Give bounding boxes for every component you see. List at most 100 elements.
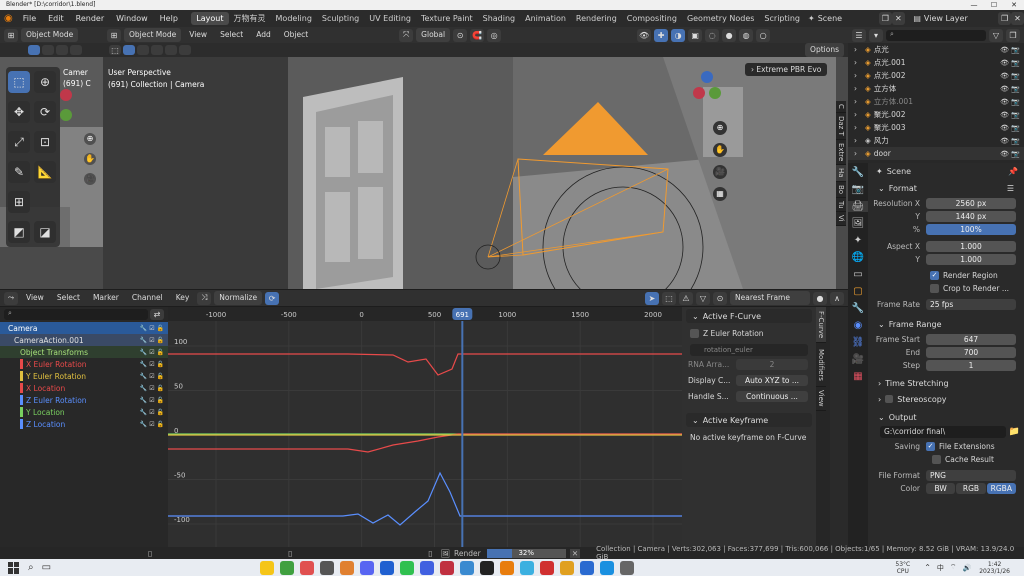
- clock[interactable]: 1:42 2023/1/26: [979, 561, 1010, 575]
- channel-row[interactable]: Y Location 🔧 ☑ 🔓: [0, 406, 168, 418]
- proportional-edit-icon[interactable]: ●: [813, 291, 827, 305]
- main-3d-viewport[interactable]: ⊞ Object Mode View Select Add Object ⤧ G…: [103, 27, 848, 289]
- expand-arrow-icon[interactable]: ›: [854, 136, 862, 145]
- cursor-tool-icon[interactable]: ⊕: [34, 71, 56, 93]
- world-tab-icon[interactable]: 🌐: [848, 252, 868, 263]
- workspace-tab[interactable]: Modeling: [271, 12, 317, 25]
- task-view-icon[interactable]: ▭: [42, 562, 51, 573]
- sidebar-tab[interactable]: Extre: [836, 139, 846, 166]
- app-icon[interactable]: [380, 560, 395, 575]
- output-tab-icon[interactable]: 🖨: [848, 201, 868, 212]
- rna-array-field[interactable]: 2: [736, 359, 808, 370]
- select-subtract-icon[interactable]: [151, 45, 163, 55]
- time-stretching-header[interactable]: › Time Stretching: [872, 376, 1020, 390]
- only-errors-icon[interactable]: ⚠: [679, 291, 693, 305]
- gizmo-y-icon[interactable]: [60, 109, 72, 121]
- ortho-grid-icon[interactable]: ▦: [713, 187, 727, 201]
- channel-row[interactable]: X Location 🔧 ☑ 🔓: [0, 382, 168, 394]
- x-location-curve[interactable]: [168, 433, 682, 453]
- expand-arrow-icon[interactable]: ›: [854, 84, 862, 93]
- texture-tab-icon[interactable]: ▦: [848, 371, 868, 382]
- render-region-checkbox[interactable]: ✓: [930, 271, 939, 280]
- expand-arrow-icon[interactable]: ›: [854, 58, 862, 67]
- workspace-tab[interactable]: UV Editing: [364, 12, 416, 25]
- view-layer-selector[interactable]: View Layer: [924, 14, 998, 23]
- expand-arrow-icon[interactable]: ›: [854, 149, 862, 158]
- app-icon[interactable]: [300, 560, 315, 575]
- pin-icon[interactable]: 📌: [1008, 167, 1024, 176]
- outliner-item[interactable]: › ◈ 立方体 👁 📷: [848, 82, 1024, 95]
- rna-path-field[interactable]: rotation_euler: [690, 344, 808, 356]
- blender-logo-icon[interactable]: ◉: [0, 13, 17, 24]
- stereoscopy-header[interactable]: › Stereoscopy: [872, 392, 1020, 406]
- editor-type-icon[interactable]: ⤳: [4, 291, 18, 305]
- close-button[interactable]: ✕: [1006, 0, 1022, 10]
- zoom-icon[interactable]: ⊕: [84, 133, 96, 145]
- graph-curves[interactable]: -1000 -500 0 500 1000 1500 2000 100500-50-100 …: [168, 307, 682, 547]
- transform-tool-icon[interactable]: ⊡: [34, 131, 56, 153]
- visibility-toggle-icon[interactable]: 👁 📷: [1000, 150, 1024, 158]
- channel-row[interactable]: X Euler Rotation 🔧 ☑ 🔓: [0, 358, 168, 370]
- outliner-item[interactable]: › ◈ door 👁 📷: [848, 147, 1024, 160]
- tab-view[interactable]: View: [816, 387, 826, 411]
- channel-row[interactable]: Y Euler Rotation 🔧 ☑ 🔓: [0, 370, 168, 382]
- proportional-edit-icon[interactable]: ◎: [487, 28, 502, 42]
- visibility-toggle-icon[interactable]: 👁 📷: [1000, 137, 1024, 145]
- gizmo-z-icon[interactable]: [701, 71, 713, 83]
- tab-modifiers[interactable]: Modifiers: [816, 343, 826, 387]
- display-color-dropdown[interactable]: Auto XYZ to ...: [736, 375, 808, 386]
- blender-app-icon[interactable]: [500, 560, 515, 575]
- channel-toggles-icon[interactable]: 🔧 ☑ 🔓: [140, 361, 168, 368]
- workspace-tab[interactable]: Geometry Nodes: [682, 12, 759, 25]
- expand-arrow-icon[interactable]: ›: [854, 71, 862, 80]
- view-layer-icon[interactable]: ▤: [910, 14, 924, 23]
- channel-row[interactable]: Z Location 🔧 ☑ 🔓: [0, 418, 168, 430]
- files-app-icon[interactable]: [260, 560, 275, 575]
- only-selected-icon[interactable]: ➤: [645, 291, 659, 305]
- outliner-item[interactable]: › ◈ 点光.001 👁 📷: [848, 56, 1024, 69]
- graph-view-menu[interactable]: View: [21, 291, 49, 305]
- transform-orientation-dropdown[interactable]: Global: [416, 28, 451, 42]
- delete-scene-icon[interactable]: ✕: [891, 12, 905, 25]
- object-menu[interactable]: Object: [279, 28, 313, 42]
- options-dropdown[interactable]: Options: [805, 43, 844, 57]
- channel-toggles-icon[interactable]: 🔧 ☑ 🔓: [140, 373, 168, 380]
- outliner-item[interactable]: › ◈ 点光 👁 📷: [848, 43, 1024, 56]
- gizmo-x-icon[interactable]: [693, 87, 705, 99]
- channel-toggles-icon[interactable]: 🔧 ☑ 🔓: [140, 349, 168, 356]
- modifiers-tab-icon[interactable]: 🔧: [848, 303, 868, 314]
- res-y-field[interactable]: 1440 px: [926, 211, 1016, 222]
- tab-fcurve[interactable]: F-Curve: [816, 307, 826, 343]
- view-layer-tab-icon[interactable]: 🖼: [848, 218, 868, 229]
- file-extensions-checkbox[interactable]: ✓: [926, 442, 935, 451]
- delete-view-layer-icon[interactable]: ✕: [1011, 12, 1024, 25]
- camera-view-icon[interactable]: 🎥: [84, 173, 96, 185]
- output-panel-header[interactable]: ⌄ Output: [872, 410, 1020, 424]
- discord-app-icon[interactable]: [360, 560, 375, 575]
- visibility-toggle-icon[interactable]: 👁 📷: [1000, 98, 1024, 106]
- visibility-toggle-icon[interactable]: 👁 📷: [1000, 85, 1024, 93]
- view-menu[interactable]: View: [184, 28, 212, 42]
- channel-toggles-icon[interactable]: 🔧 ☑ 🔓: [140, 397, 168, 404]
- collection-tab-icon[interactable]: ▭: [848, 269, 868, 280]
- expand-arrow-icon[interactable]: ›: [854, 123, 862, 132]
- channel-toggles-icon[interactable]: 🔧 ☑ 🔓: [140, 385, 168, 392]
- wireframe-shading-icon[interactable]: ◌: [705, 28, 720, 42]
- sidebar-tab[interactable]: C: [836, 101, 846, 113]
- data-tab-icon[interactable]: 🎥: [848, 354, 868, 365]
- workspace-tab[interactable]: Scripting: [759, 12, 805, 25]
- menu-edit[interactable]: Edit: [42, 14, 70, 23]
- frame-start-field[interactable]: 647: [926, 334, 1016, 345]
- pan-hand-icon[interactable]: ✋: [84, 153, 96, 165]
- res-pct-field[interactable]: 100%: [926, 224, 1016, 235]
- snap-icon[interactable]: 🧲: [470, 28, 485, 42]
- outliner-item[interactable]: › ◈ 立方体.001 👁 📷: [848, 95, 1024, 108]
- left-3d-viewport[interactable]: ⊞ Object Mode Camer (691) C ⊕ ✋ 🎥 ⬚ ⊕ ✥ …: [0, 27, 103, 289]
- aspect-y-field[interactable]: 1.000: [926, 254, 1016, 265]
- output-path-input[interactable]: G:\corridor final\: [880, 426, 1006, 438]
- visibility-toggle-icon[interactable]: 👁 📷: [1000, 124, 1024, 132]
- measure-tool-icon[interactable]: 📐: [34, 161, 56, 183]
- workspace-tab[interactable]: Shading: [478, 12, 521, 25]
- visibility-toggle-icon[interactable]: 👁 📷: [1000, 72, 1024, 80]
- workspace-tab[interactable]: Animation: [520, 12, 571, 25]
